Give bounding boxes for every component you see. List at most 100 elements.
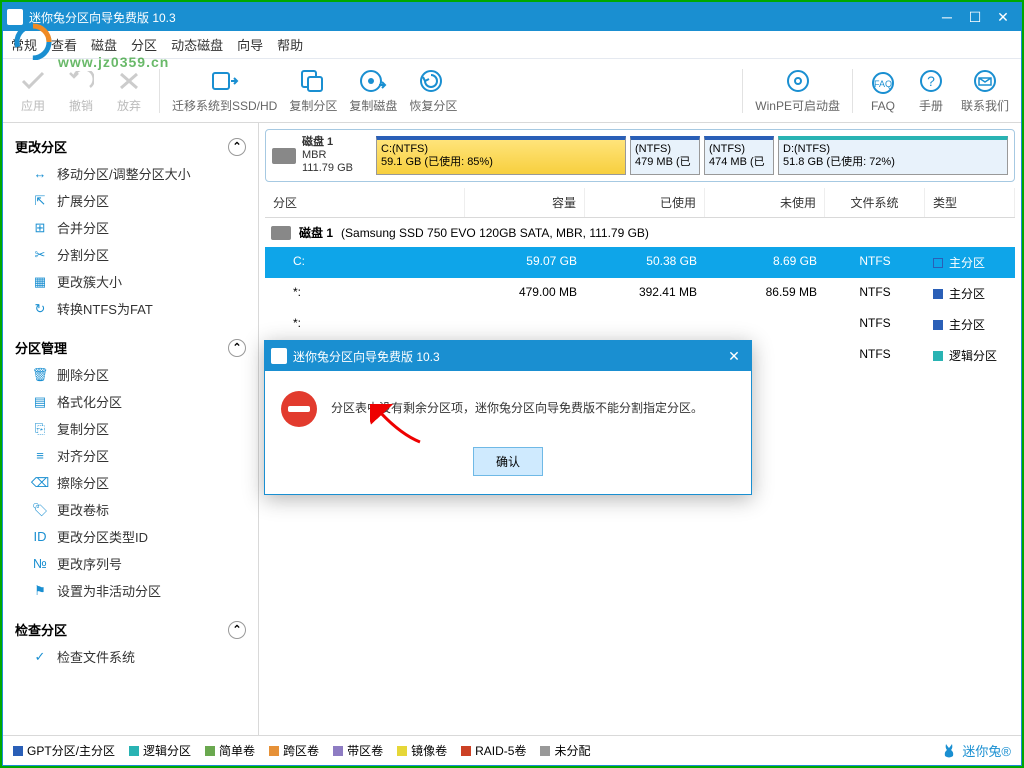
menu-item[interactable]: 常规 (11, 35, 37, 54)
manual-button[interactable]: ?手册 (907, 59, 955, 122)
sidebar: 更改分区⌃ ↔移动分区/调整分区大小⇱扩展分区⊞合并分区✂分割分区▦更改簇大小↻… (3, 123, 259, 735)
undo-icon (65, 67, 97, 95)
mail-icon (969, 67, 1001, 95)
action-icon: ▦ (31, 273, 49, 291)
window-title: 迷你兔分区向导免费版 10.3 (29, 9, 933, 26)
chevron-up-icon: ⌃ (228, 138, 246, 156)
app-icon (7, 9, 23, 25)
menu-item[interactable]: 向导 (237, 35, 263, 54)
legend-item: 逻辑分区 (129, 742, 191, 759)
sidebar-item[interactable]: ⌫擦除分区 (3, 469, 258, 496)
action-icon: ID (31, 528, 49, 546)
sidebar-item[interactable]: ✂分割分区 (3, 241, 258, 268)
undo-button[interactable]: 撤销 (57, 59, 105, 122)
action-icon: ↔ (31, 165, 49, 183)
title-bar: 迷你兔分区向导免费版 10.3 ─ ☐ ✕ (3, 3, 1021, 31)
menu-item[interactable]: 查看 (51, 35, 77, 54)
menu-item[interactable]: 帮助 (277, 35, 303, 54)
partition-d[interactable]: D:(NTFS)51.8 GB (已使用: 72%) (778, 136, 1008, 175)
copy-disk-button[interactable]: 复制磁盘 (343, 59, 403, 122)
sidebar-item[interactable]: ⊞合并分区 (3, 214, 258, 241)
winpe-button[interactable]: WinPE可启动盘 (749, 59, 846, 122)
svg-text:?: ? (927, 73, 935, 89)
action-icon: ✓ (31, 648, 49, 666)
action-icon: ⚑ (31, 582, 49, 600)
copy-disk-icon (357, 67, 389, 95)
sidebar-item[interactable]: №更改序列号 (3, 550, 258, 577)
sidebar-item[interactable]: ⇱扩展分区 (3, 187, 258, 214)
copy-partition-button[interactable]: 复制分区 (283, 59, 343, 122)
apply-button[interactable]: 应用 (9, 59, 57, 122)
minimize-button[interactable]: ─ (933, 6, 961, 28)
legend-item: RAID-5卷 (461, 742, 526, 759)
action-icon: ≡ (31, 447, 49, 465)
sidebar-item[interactable]: ▦更改簇大小 (3, 268, 258, 295)
action-icon: 🏷 (31, 501, 49, 519)
menu-bar: 常规 查看 磁盘 分区 动态磁盘 向导 帮助 (3, 31, 1021, 59)
chevron-up-icon: ⌃ (228, 339, 246, 357)
sidebar-item[interactable]: ⎘复制分区 (3, 415, 258, 442)
action-icon: ⌫ (31, 474, 49, 492)
maximize-button[interactable]: ☐ (961, 6, 989, 28)
action-icon: № (31, 555, 49, 573)
help-icon: ? (915, 67, 947, 95)
disk-info: 磁盘 1 MBR 111.79 GB (272, 136, 372, 175)
ok-button[interactable]: 确认 (473, 447, 543, 476)
migrate-icon (209, 67, 241, 95)
legend-item: 带区卷 (333, 742, 383, 759)
action-icon: ▤ (31, 393, 49, 411)
recover-button[interactable]: 恢复分区 (403, 59, 463, 122)
migrate-button[interactable]: 迁移系统到SSD/HD (166, 59, 283, 122)
sidebar-item[interactable]: 🏷更改卷标 (3, 496, 258, 523)
contact-button[interactable]: 联系我们 (955, 59, 1015, 122)
disk-row[interactable]: 磁盘 1 (Samsung SSD 750 EVO 120GB SATA, MB… (259, 218, 1021, 247)
check-icon (17, 67, 49, 95)
action-icon: ⊞ (31, 219, 49, 237)
sidebar-item[interactable]: ✓检查文件系统 (3, 643, 258, 670)
action-icon: ✂ (31, 246, 49, 264)
action-icon: 🗑 (31, 366, 49, 384)
sidebar-item[interactable]: ID更改分区类型ID (3, 523, 258, 550)
sidebar-item[interactable]: ▤格式化分区 (3, 388, 258, 415)
table-row[interactable]: *:479.00 MB392.41 MB86.59 MBNTFS主分区 (265, 278, 1015, 309)
sidebar-item[interactable]: ↔移动分区/调整分区大小 (3, 160, 258, 187)
legend-item: 镜像卷 (397, 742, 447, 759)
sidebar-item[interactable]: ≡对齐分区 (3, 442, 258, 469)
partition-hidden-1[interactable]: (NTFS)479 MB (已 (630, 136, 700, 175)
copy-part-icon (297, 67, 329, 95)
section-header-change[interactable]: 更改分区⌃ (3, 133, 258, 160)
sidebar-item[interactable]: ⚑设置为非活动分区 (3, 577, 258, 604)
menu-item[interactable]: 分区 (131, 35, 157, 54)
faq-button[interactable]: FAQFAQ (859, 59, 907, 122)
table-row[interactable]: *:NTFS主分区 (265, 309, 1015, 340)
dialog-close-button[interactable]: ✕ (723, 348, 745, 365)
dialog-title-bar: 迷你兔分区向导免费版 10.3 ✕ (265, 341, 751, 371)
rabbit-icon (940, 742, 958, 760)
hdd-icon (272, 148, 296, 164)
legend-item: 简单卷 (205, 742, 255, 759)
partition-hidden-2[interactable]: (NTFS)474 MB (已 (704, 136, 774, 175)
brand-label: 迷你兔® (940, 741, 1011, 760)
close-button[interactable]: ✕ (989, 6, 1017, 28)
toolbar: 应用 撤销 放弃 迁移系统到SSD/HD 复制分区 复制磁盘 恢复分区 WinP… (3, 59, 1021, 123)
menu-item[interactable]: 动态磁盘 (171, 35, 223, 54)
sidebar-item[interactable]: ↻转换NTFS为FAT (3, 295, 258, 322)
legend-item: 未分配 (540, 742, 590, 759)
sidebar-item[interactable]: 🗑删除分区 (3, 361, 258, 388)
section-header-manage[interactable]: 分区管理⌃ (3, 334, 258, 361)
recover-icon (417, 67, 449, 95)
table-header: 分区 容量 已使用 未使用 文件系统 类型 (265, 188, 1015, 218)
menu-item[interactable]: 磁盘 (91, 35, 117, 54)
table-row[interactable]: C:59.07 GB50.38 GB8.69 GBNTFS主分区 (265, 247, 1015, 278)
svg-text:FAQ: FAQ (874, 79, 892, 89)
action-icon: ⎘ (31, 420, 49, 438)
disk-map: 磁盘 1 MBR 111.79 GB C:(NTFS)59.1 GB (已使用:… (265, 129, 1015, 182)
faq-icon: FAQ (867, 69, 899, 97)
hdd-icon (271, 226, 291, 240)
x-icon (113, 67, 145, 95)
error-icon (281, 391, 317, 427)
discard-button[interactable]: 放弃 (105, 59, 153, 122)
partition-c[interactable]: C:(NTFS)59.1 GB (已使用: 85%) (376, 136, 626, 175)
section-header-check[interactable]: 检查分区⌃ (3, 616, 258, 643)
legend-item: 跨区卷 (269, 742, 319, 759)
